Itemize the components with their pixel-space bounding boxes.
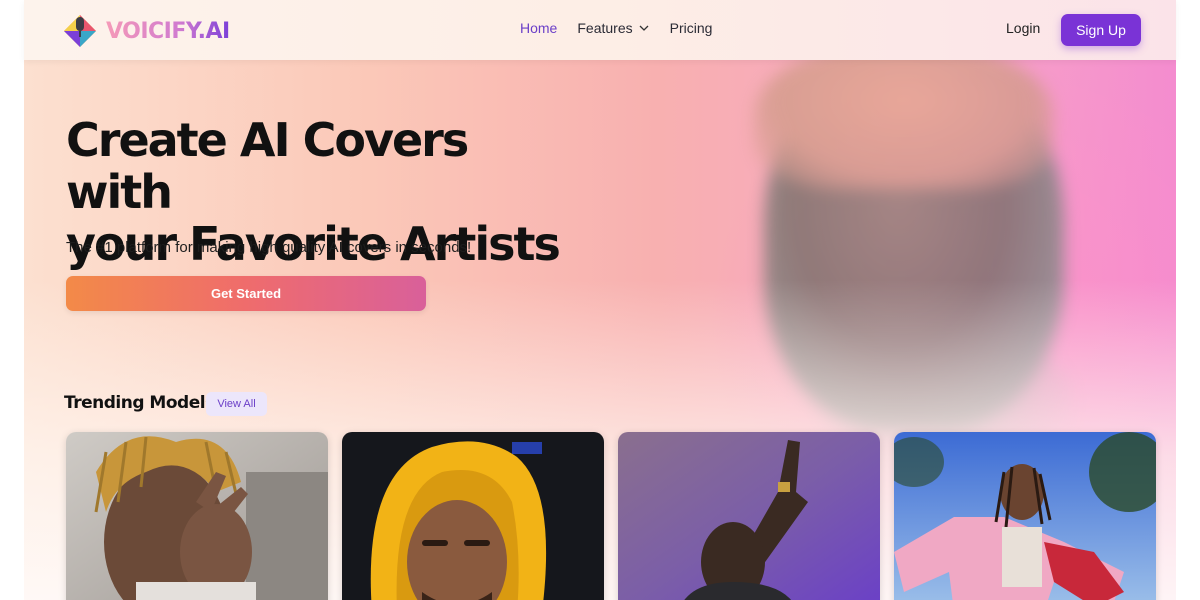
model-card[interactable]	[342, 432, 604, 600]
top-navbar: VOICIFY.AI Home Features Pricing Login S…	[24, 0, 1176, 60]
hero-subtitle: The #1 platform for making high quality …	[66, 239, 472, 256]
model-card[interactable]	[618, 432, 880, 600]
nav-features-label: Features	[577, 20, 633, 36]
chevron-down-icon	[639, 25, 649, 31]
hero-title-line1: Create AI Covers with	[66, 113, 469, 219]
get-started-button[interactable]: Get Started	[66, 276, 426, 311]
model-card[interactable]	[66, 432, 328, 600]
main-nav: Home Features Pricing	[520, 20, 732, 36]
artist-photo-pointing-up-icon	[618, 432, 880, 600]
brand-logo[interactable]: VOICIFY.AI	[60, 11, 230, 51]
artist-photo-dreadlocks-icon	[66, 432, 328, 600]
hero-artist-image	[724, 40, 1144, 480]
signup-button[interactable]: Sign Up	[1061, 14, 1141, 46]
view-all-button[interactable]: View All	[206, 392, 267, 416]
artist-photo-pink-jacket-icon	[894, 432, 1156, 600]
login-link[interactable]: Login	[1006, 20, 1040, 36]
model-card[interactable]	[894, 432, 1156, 600]
microphone-logo-icon	[64, 15, 96, 47]
nav-features[interactable]: Features	[577, 20, 649, 36]
trending-models-heading: Trending Models	[64, 393, 215, 413]
nav-home[interactable]: Home	[520, 20, 557, 36]
nav-pricing[interactable]: Pricing	[670, 20, 713, 36]
artist-photo-yellow-hoodie-icon	[342, 432, 604, 600]
brand-name: VOICIFY.AI	[106, 18, 230, 44]
